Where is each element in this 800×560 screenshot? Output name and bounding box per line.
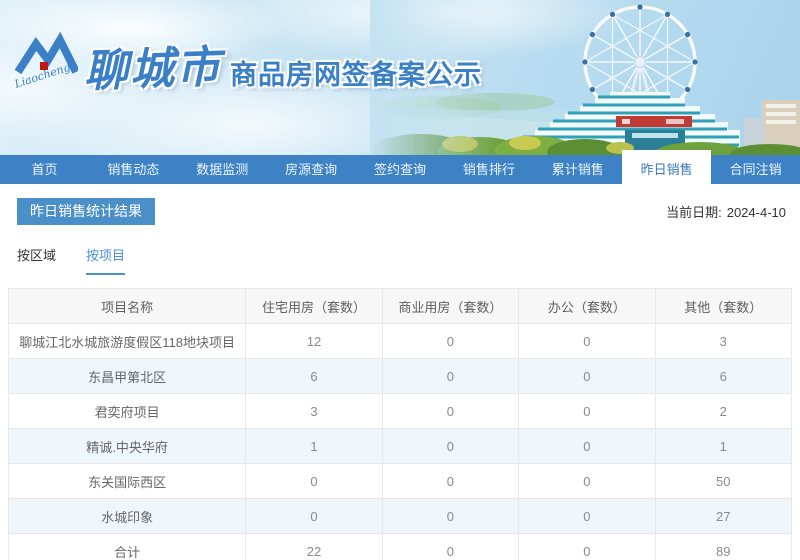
site-subtitle: 商品房网签备案公示 xyxy=(230,62,482,89)
office-cell: 0 xyxy=(519,429,655,464)
column-header-residential: 住宅用房（套数） xyxy=(246,289,382,324)
table-header-row: 项目名称 住宅用房（套数） 商业用房（套数） 办公（套数） 其他（套数） xyxy=(9,289,792,324)
nav-item-yesterday-sales[interactable]: 昨日销售 xyxy=(622,150,711,184)
current-date-value: 2024-4-10 xyxy=(727,205,786,220)
nav-item-housing-query[interactable]: 房源查询 xyxy=(267,155,356,184)
office-cell: 0 xyxy=(519,394,655,429)
sales-table: 项目名称 住宅用房（套数） 商业用房（套数） 办公（套数） 其他（套数） 聊城江… xyxy=(8,288,792,560)
table-row: 精诚.中央华府 1 0 0 1 xyxy=(9,429,792,464)
tab-by-project[interactable]: 按项目 xyxy=(86,245,125,275)
nav-item-home[interactable]: 首页 xyxy=(0,155,89,184)
residential-cell: 0 xyxy=(246,464,382,499)
table-row: 东昌甲第北区 6 0 0 6 xyxy=(9,359,792,394)
site-name: 聊城市 xyxy=(83,46,222,95)
commercial-cell: 0 xyxy=(382,499,518,534)
office-cell: 0 xyxy=(519,534,655,560)
nav-item-sales-ranking[interactable]: 销售排行 xyxy=(444,155,533,184)
commercial-cell: 0 xyxy=(382,464,518,499)
column-header-other: 其他（套数） xyxy=(655,289,791,324)
residential-cell: 1 xyxy=(246,429,382,464)
nav-item-contract-cancellation[interactable]: 合同注销 xyxy=(711,155,800,184)
commercial-cell: 0 xyxy=(382,394,518,429)
project-name-cell: 水城印象 xyxy=(9,499,246,534)
section-title-badge: 昨日销售统计结果 xyxy=(17,198,155,225)
tab-by-region[interactable]: 按区域 xyxy=(17,245,56,275)
commercial-cell: 0 xyxy=(382,429,518,464)
commercial-cell: 0 xyxy=(382,359,518,394)
view-tabs: 按区域 按项目 xyxy=(17,245,792,275)
total-label-cell: 合计 xyxy=(9,534,246,560)
other-cell: 3 xyxy=(655,324,791,359)
commercial-cell: 0 xyxy=(382,324,518,359)
office-cell: 0 xyxy=(519,499,655,534)
nav-item-data-monitoring[interactable]: 数据监测 xyxy=(178,155,267,184)
other-cell: 1 xyxy=(655,429,791,464)
column-header-office: 办公（套数） xyxy=(519,289,655,324)
nav-item-sales-dynamics[interactable]: 销售动态 xyxy=(89,155,178,184)
commercial-cell: 0 xyxy=(382,534,518,560)
current-date-label: 当前日期: xyxy=(666,205,722,220)
nav-item-contract-query[interactable]: 签约查询 xyxy=(356,155,445,184)
residential-cell: 3 xyxy=(246,394,382,429)
other-cell: 2 xyxy=(655,394,791,429)
other-cell: 50 xyxy=(655,464,791,499)
column-header-commercial: 商业用房（套数） xyxy=(382,289,518,324)
other-cell: 27 xyxy=(655,499,791,534)
table-row: 水城印象 0 0 0 27 xyxy=(9,499,792,534)
project-name-cell: 聊城江北水城旅游度假区118地块项目 xyxy=(9,324,246,359)
current-date: 当前日期: 2024-4-10 xyxy=(666,202,790,221)
office-cell: 0 xyxy=(519,359,655,394)
table-row: 聊城江北水城旅游度假区118地块项目 12 0 0 3 xyxy=(9,324,792,359)
office-cell: 0 xyxy=(519,464,655,499)
table-row: 君奕府项目 3 0 0 2 xyxy=(9,394,792,429)
main-nav: 首页 销售动态 数据监测 房源查询 签约查询 销售排行 累计销售 昨日销售 合同… xyxy=(0,155,800,184)
project-name-cell: 东昌甲第北区 xyxy=(9,359,246,394)
project-name-cell: 精诚.中央华府 xyxy=(9,429,246,464)
column-header-project-name: 项目名称 xyxy=(9,289,246,324)
residential-cell: 0 xyxy=(246,499,382,534)
table-total-row: 合计 22 0 0 89 xyxy=(9,534,792,560)
other-cell: 6 xyxy=(655,359,791,394)
site-logo: Liaocheng 聊城市 商品房网签备案公示 xyxy=(14,26,482,92)
site-banner: Liaocheng 聊城市 商品房网签备案公示 xyxy=(0,0,800,155)
project-name-cell: 东关国际西区 xyxy=(9,464,246,499)
main-content: 昨日销售统计结果 当前日期: 2024-4-10 按区域 按项目 项目名称 住宅用… xyxy=(0,198,800,560)
table-row: 东关国际西区 0 0 0 50 xyxy=(9,464,792,499)
residential-cell: 22 xyxy=(246,534,382,560)
section-header: 昨日销售统计结果 当前日期: 2024-4-10 xyxy=(8,198,792,225)
residential-cell: 6 xyxy=(246,359,382,394)
project-name-cell: 君奕府项目 xyxy=(9,394,246,429)
residential-cell: 12 xyxy=(246,324,382,359)
other-cell: 89 xyxy=(655,534,791,560)
nav-item-cumulative-sales[interactable]: 累计销售 xyxy=(533,155,622,184)
office-cell: 0 xyxy=(519,324,655,359)
liaocheng-logo-icon: Liaocheng xyxy=(14,26,78,92)
